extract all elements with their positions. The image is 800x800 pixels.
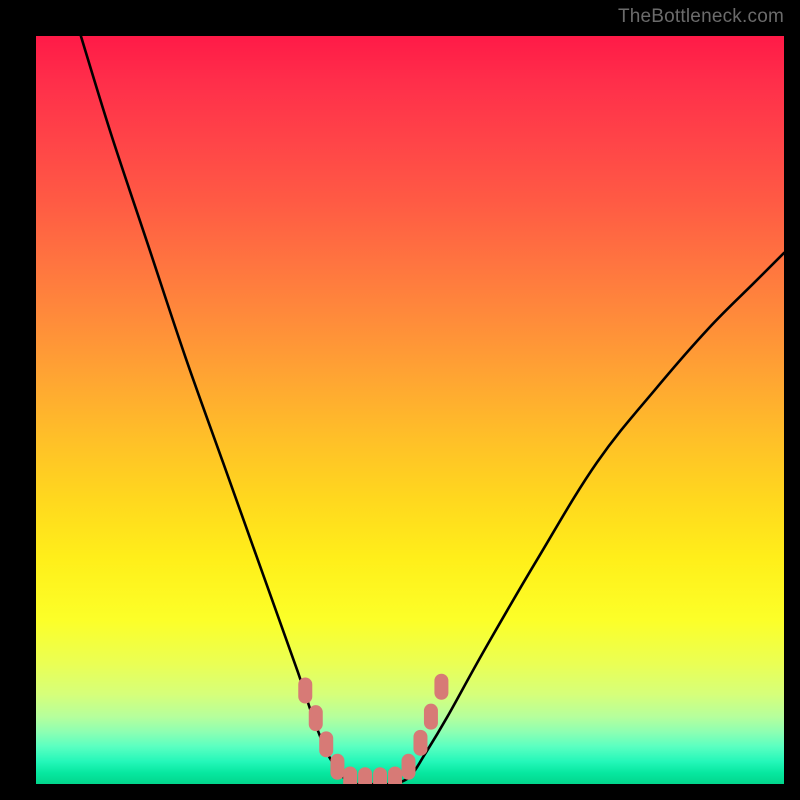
- marker-point: [330, 754, 344, 780]
- series-left-curve: [81, 36, 350, 784]
- marker-point: [424, 704, 438, 730]
- marker-point: [298, 678, 312, 704]
- curve-layer: [36, 36, 784, 784]
- marker-point: [309, 705, 323, 731]
- marker-point: [402, 754, 416, 780]
- series-right-curve: [395, 253, 784, 784]
- plot-area: [36, 36, 784, 784]
- marker-point: [358, 767, 372, 784]
- marker-point: [319, 731, 333, 757]
- marker-point: [373, 767, 387, 784]
- watermark-text: TheBottleneck.com: [618, 6, 784, 28]
- marker-point: [413, 730, 427, 756]
- chart-frame: TheBottleneck.com: [0, 0, 800, 800]
- marker-point: [434, 674, 448, 700]
- marker-point: [388, 767, 402, 784]
- marker-point: [343, 767, 357, 784]
